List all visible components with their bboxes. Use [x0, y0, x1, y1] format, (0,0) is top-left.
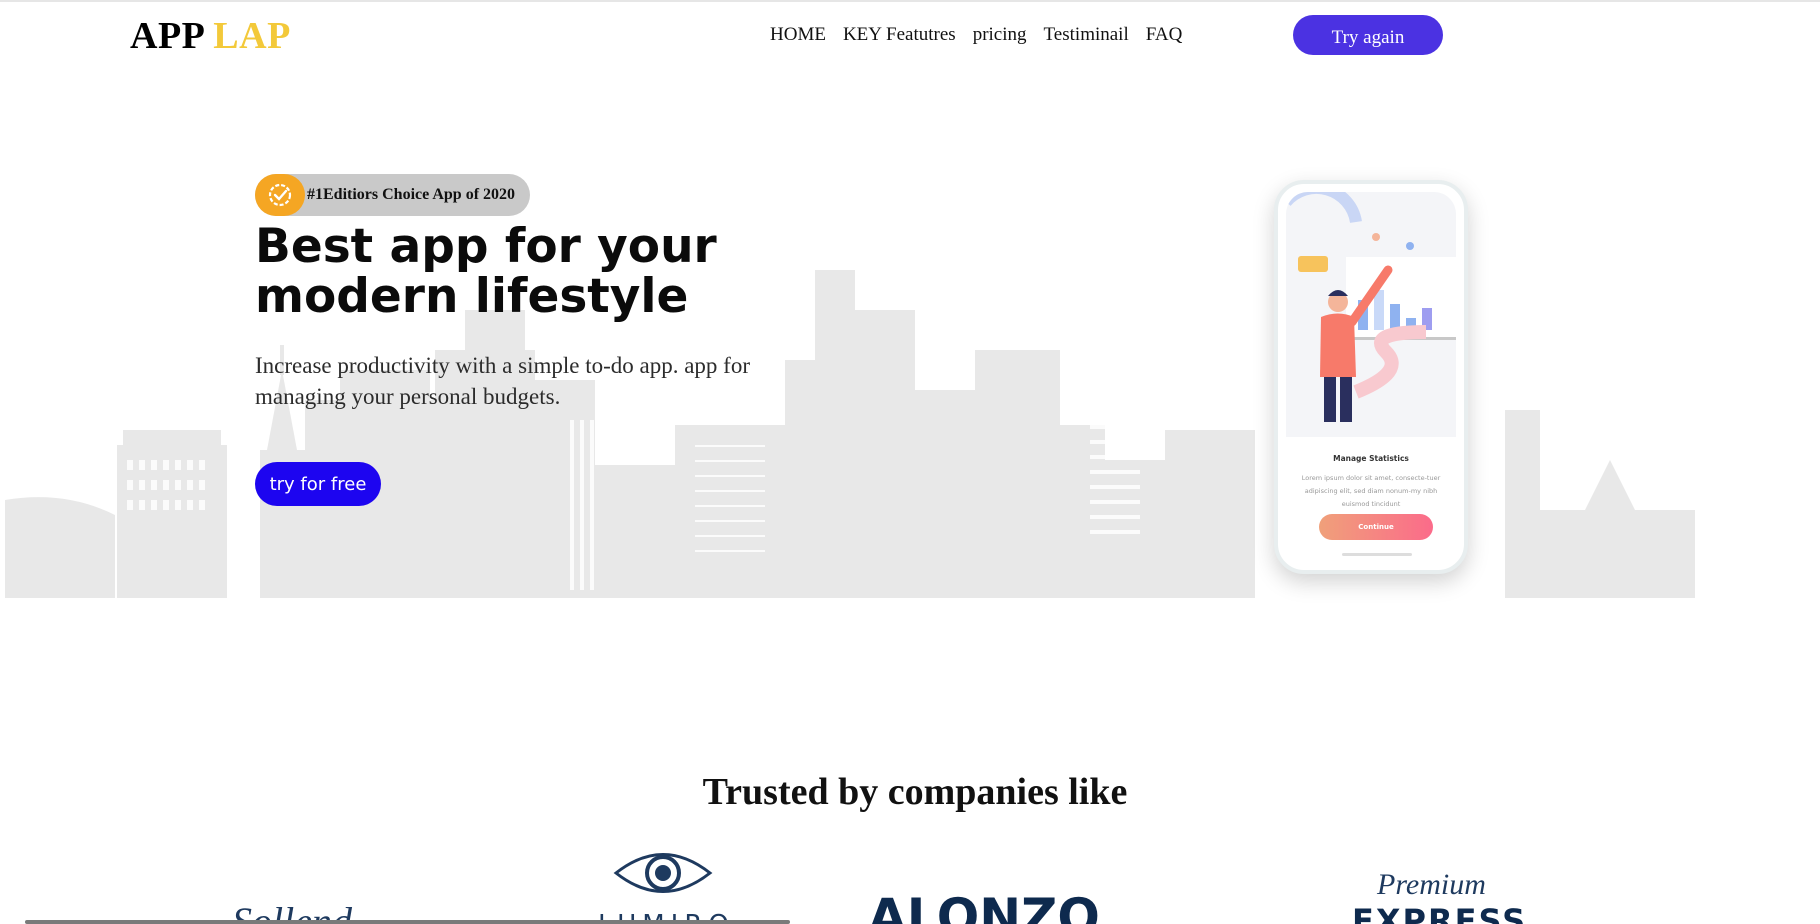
hero-title: Best app for your modern lifestyle: [255, 219, 717, 324]
nav-home[interactable]: HOME: [770, 24, 826, 46]
phone-mockup: Manage Statistics Lorem ipsum dolor sit …: [1274, 180, 1468, 574]
statistics-illustration: [1286, 192, 1456, 437]
brand-logo[interactable]: APP LAP: [130, 14, 291, 58]
trusted-heading: Trusted by companies like: [702, 771, 1128, 813]
top-border: [0, 0, 1820, 2]
try-again-button[interactable]: Try again: [1293, 15, 1443, 55]
phone-home-indicator: [1342, 553, 1412, 556]
horizontal-scrollbar[interactable]: [25, 920, 790, 924]
company-logo-premium: Premium: [1377, 868, 1486, 901]
logo-word-lap: LAP: [213, 15, 291, 57]
editors-choice-badge: #1Editiors Choice App of 2020: [255, 174, 530, 216]
eye-logo-icon: [613, 853, 713, 893]
badge-label: #1Editiors Choice App of 2020: [307, 186, 516, 203]
phone-screen-title: Manage Statistics: [1333, 454, 1409, 463]
logo-word-app: APP: [130, 15, 204, 57]
nav-key-features[interactable]: KEY Featutres: [843, 24, 956, 46]
main-nav: HOME KEY Featutres pricing Testiminail F…: [770, 24, 1182, 46]
hero-description: Increase productivity with a simple to-d…: [255, 353, 750, 409]
try-for-free-button[interactable]: try for free: [255, 462, 381, 506]
verified-check-icon: [255, 174, 305, 216]
nav-testimonial[interactable]: Testiminail: [1044, 24, 1129, 46]
phone-continue-button[interactable]: Continue: [1319, 514, 1433, 540]
nav-pricing[interactable]: pricing: [973, 24, 1027, 46]
phone-screen: Manage Statistics Lorem ipsum dolor sit …: [1286, 192, 1456, 562]
phone-screen-body: Lorem ipsum dolor sit amet, consecte-tue…: [1301, 474, 1441, 508]
company-logo-express: EXPRESS: [1352, 902, 1528, 924]
nav-faq[interactable]: FAQ: [1146, 24, 1183, 46]
company-logo-alonzo: ALONZO: [868, 888, 1100, 924]
